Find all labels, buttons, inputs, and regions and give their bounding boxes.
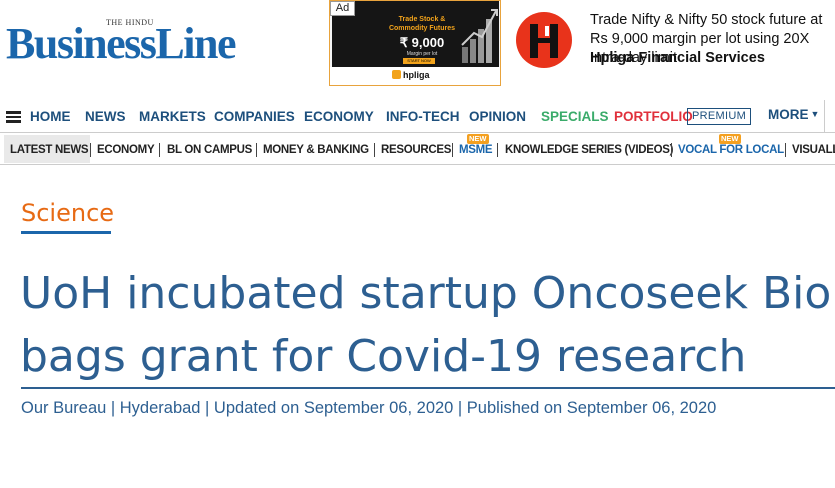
ad-footer-brand-text: hpliga: [403, 70, 430, 80]
headline-line-2: bags grant for Covid-19 research: [20, 331, 747, 382]
subnav-bl-on-campus[interactable]: BL ON CAMPUS: [167, 144, 252, 156]
subnav-rule: [0, 164, 835, 165]
nav-news[interactable]: NEWS: [85, 109, 126, 124]
new-tag: NEW: [719, 134, 741, 144]
ad-price: ₹ 9,000: [399, 35, 445, 50]
ad-headline: Trade Stock & Commodity Futures: [388, 16, 456, 32]
subnav-visual[interactable]: VISUALL: [792, 144, 835, 156]
nav-economy[interactable]: ECONOMY: [304, 109, 374, 124]
hpliga-logo-icon: [392, 70, 401, 79]
article-byline: Our Bureau | Hyderabad | Updated on Sept…: [21, 399, 717, 417]
ad-footer-brand: hpliga: [392, 70, 430, 80]
sponsor-name[interactable]: Hpliga Financial Services: [590, 50, 765, 66]
brand-name: BusinessLine: [6, 19, 236, 68]
caret-down-icon: ▼: [810, 109, 820, 119]
nav-divider: [824, 100, 825, 133]
premium-badge[interactable]: PREMIUM: [687, 108, 752, 125]
ad-creative: Trade Stock & Commodity Futures ₹ 9,000 …: [332, 1, 499, 67]
hpliga-logo-icon[interactable]: [516, 12, 572, 68]
section-label[interactable]: Science: [21, 199, 114, 227]
hamburger-menu-icon[interactable]: [6, 111, 21, 123]
nav-specials[interactable]: SPECIALS: [541, 109, 609, 124]
headline-line-1: UoH incubated startup Oncoseek Bio: [20, 268, 832, 319]
ad-footer: hpliga: [330, 67, 500, 85]
subnav-separator: [497, 143, 498, 157]
rising-bars-icon: [461, 9, 498, 63]
ad-banner[interactable]: Trade Stock & Commodity Futures ₹ 9,000 …: [329, 0, 501, 86]
subnav-separator: [374, 143, 375, 157]
subnav-msme[interactable]: MSME: [459, 144, 493, 156]
subnav-economy[interactable]: ECONOMY: [97, 144, 155, 156]
nav-more[interactable]: MORE ▼: [768, 107, 819, 122]
nav-companies[interactable]: COMPANIES: [214, 109, 295, 124]
subnav-separator: [785, 143, 786, 157]
nav-home[interactable]: HOME: [30, 109, 71, 124]
subnav-knowledge-series[interactable]: KNOWLEDGE SERIES (VIDEOS): [505, 144, 674, 156]
nav-more-label: MORE: [768, 107, 809, 122]
nav-portfolio[interactable]: PORTFOLIO: [614, 109, 693, 124]
subnav-latest-news[interactable]: LATEST NEWS: [10, 144, 89, 156]
secondary-nav: LATEST NEWS ECONOMY BL ON CAMPUS MONEY &…: [0, 133, 835, 165]
ad-price-sub: Margin per lot: [406, 51, 438, 57]
nav-opinion[interactable]: OPINION: [469, 109, 526, 124]
headline-rule: [21, 387, 835, 389]
subnav-money-banking[interactable]: MONEY & BANKING: [263, 144, 369, 156]
subnav-resources[interactable]: RESOURCES: [381, 144, 451, 156]
article-headline: UoH incubated startup Oncoseek Bio bags …: [20, 262, 835, 388]
subnav-separator: [159, 143, 160, 157]
subnav-vocal-for-local[interactable]: VOCAL FOR LOCAL: [678, 144, 784, 156]
subnav-separator: [671, 143, 672, 157]
subnav-separator: [452, 143, 453, 157]
ad-label: Ad: [330, 1, 355, 16]
new-tag: NEW: [467, 134, 489, 144]
main-nav: HOME NEWS MARKETS COMPANIES ECONOMY INFO…: [0, 100, 835, 133]
ad-cta-button[interactable]: START NOW: [403, 58, 435, 64]
nav-markets[interactable]: MARKETS: [139, 109, 206, 124]
subnav-separator: [90, 143, 91, 157]
nav-info-tech[interactable]: INFO-TECH: [386, 109, 460, 124]
section-underline: [21, 231, 111, 234]
businessline-logo[interactable]: THE HINDU BusinessLine: [6, 18, 288, 66]
site-header: THE HINDU BusinessLine Trade Stock & Com…: [0, 0, 835, 98]
subnav-separator: [256, 143, 257, 157]
